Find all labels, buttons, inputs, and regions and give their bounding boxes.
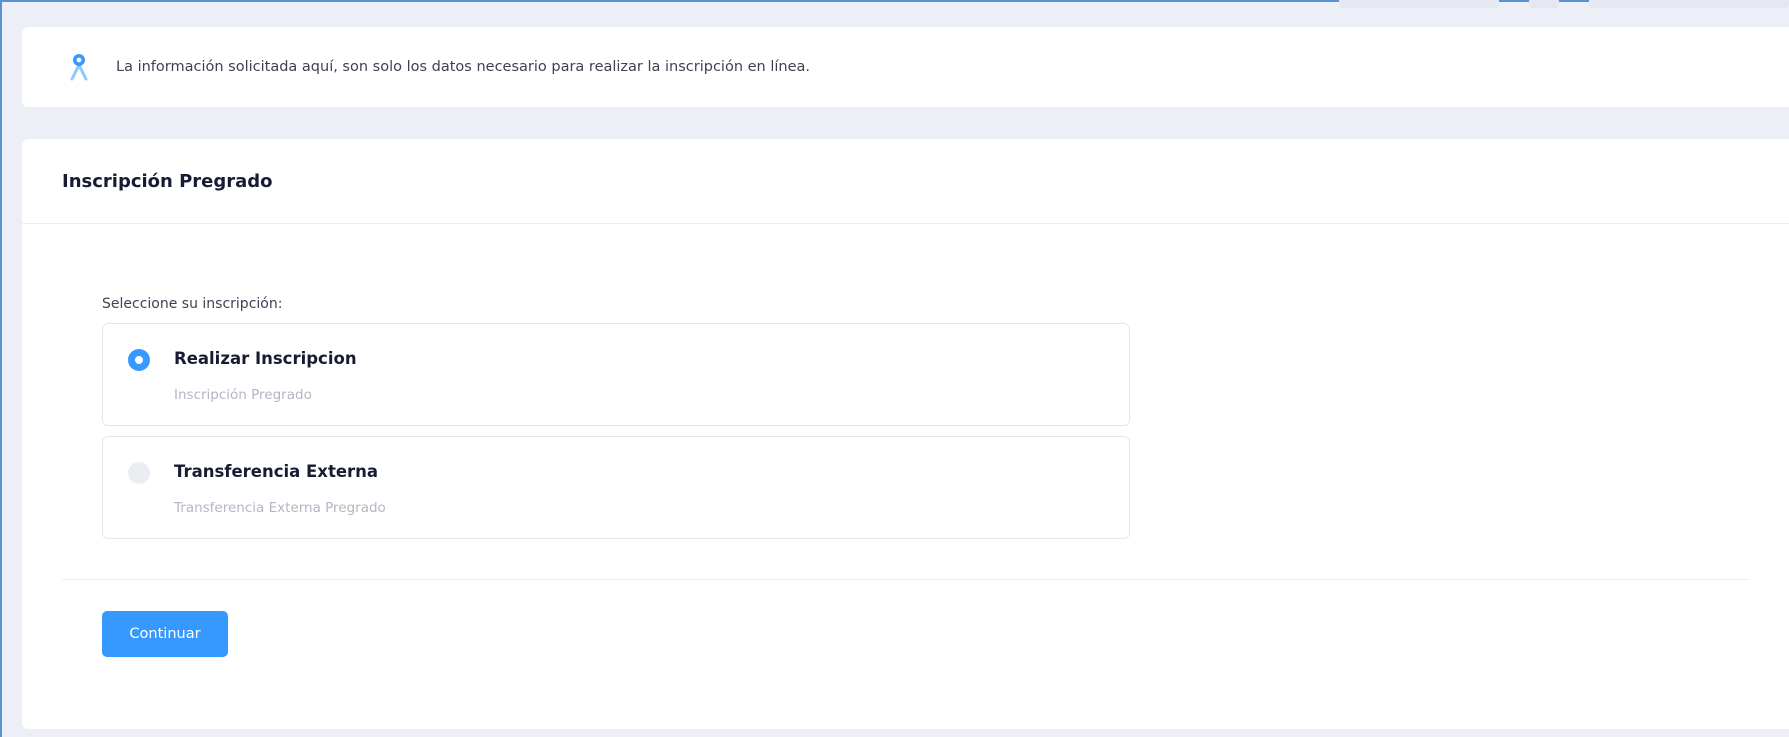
inscription-card: Inscripción Pregrado Seleccione su inscr… [22, 139, 1789, 729]
selection-prompt: Seleccione su inscripción: [102, 296, 283, 312]
notice-text: La información solicitada aquí, son solo… [116, 59, 811, 75]
divider [62, 579, 1750, 580]
option-title: Transferencia Externa [174, 462, 379, 481]
top-tabs-strip [1269, 0, 1789, 10]
option-subtitle: Inscripción Pregrado [174, 387, 312, 403]
continue-button[interactable]: Continuar [102, 611, 228, 657]
card-header: Inscripción Pregrado [22, 139, 1789, 224]
info-notice: La información solicitada aquí, son solo… [22, 27, 1789, 107]
option-title: Realizar Inscripcion [174, 349, 357, 368]
option-transferencia-externa[interactable]: Transferencia Externa Transferencia Exte… [102, 436, 1130, 539]
card-title: Inscripción Pregrado [62, 170, 273, 192]
location-pin-icon [70, 54, 88, 81]
option-subtitle: Transferencia Externa Pregrado [174, 500, 386, 516]
option-realizar-inscripcion[interactable]: Realizar Inscripcion Inscripción Pregrad… [102, 323, 1130, 426]
radio-unchecked-icon[interactable] [128, 462, 150, 484]
radio-checked-icon[interactable] [128, 349, 150, 371]
